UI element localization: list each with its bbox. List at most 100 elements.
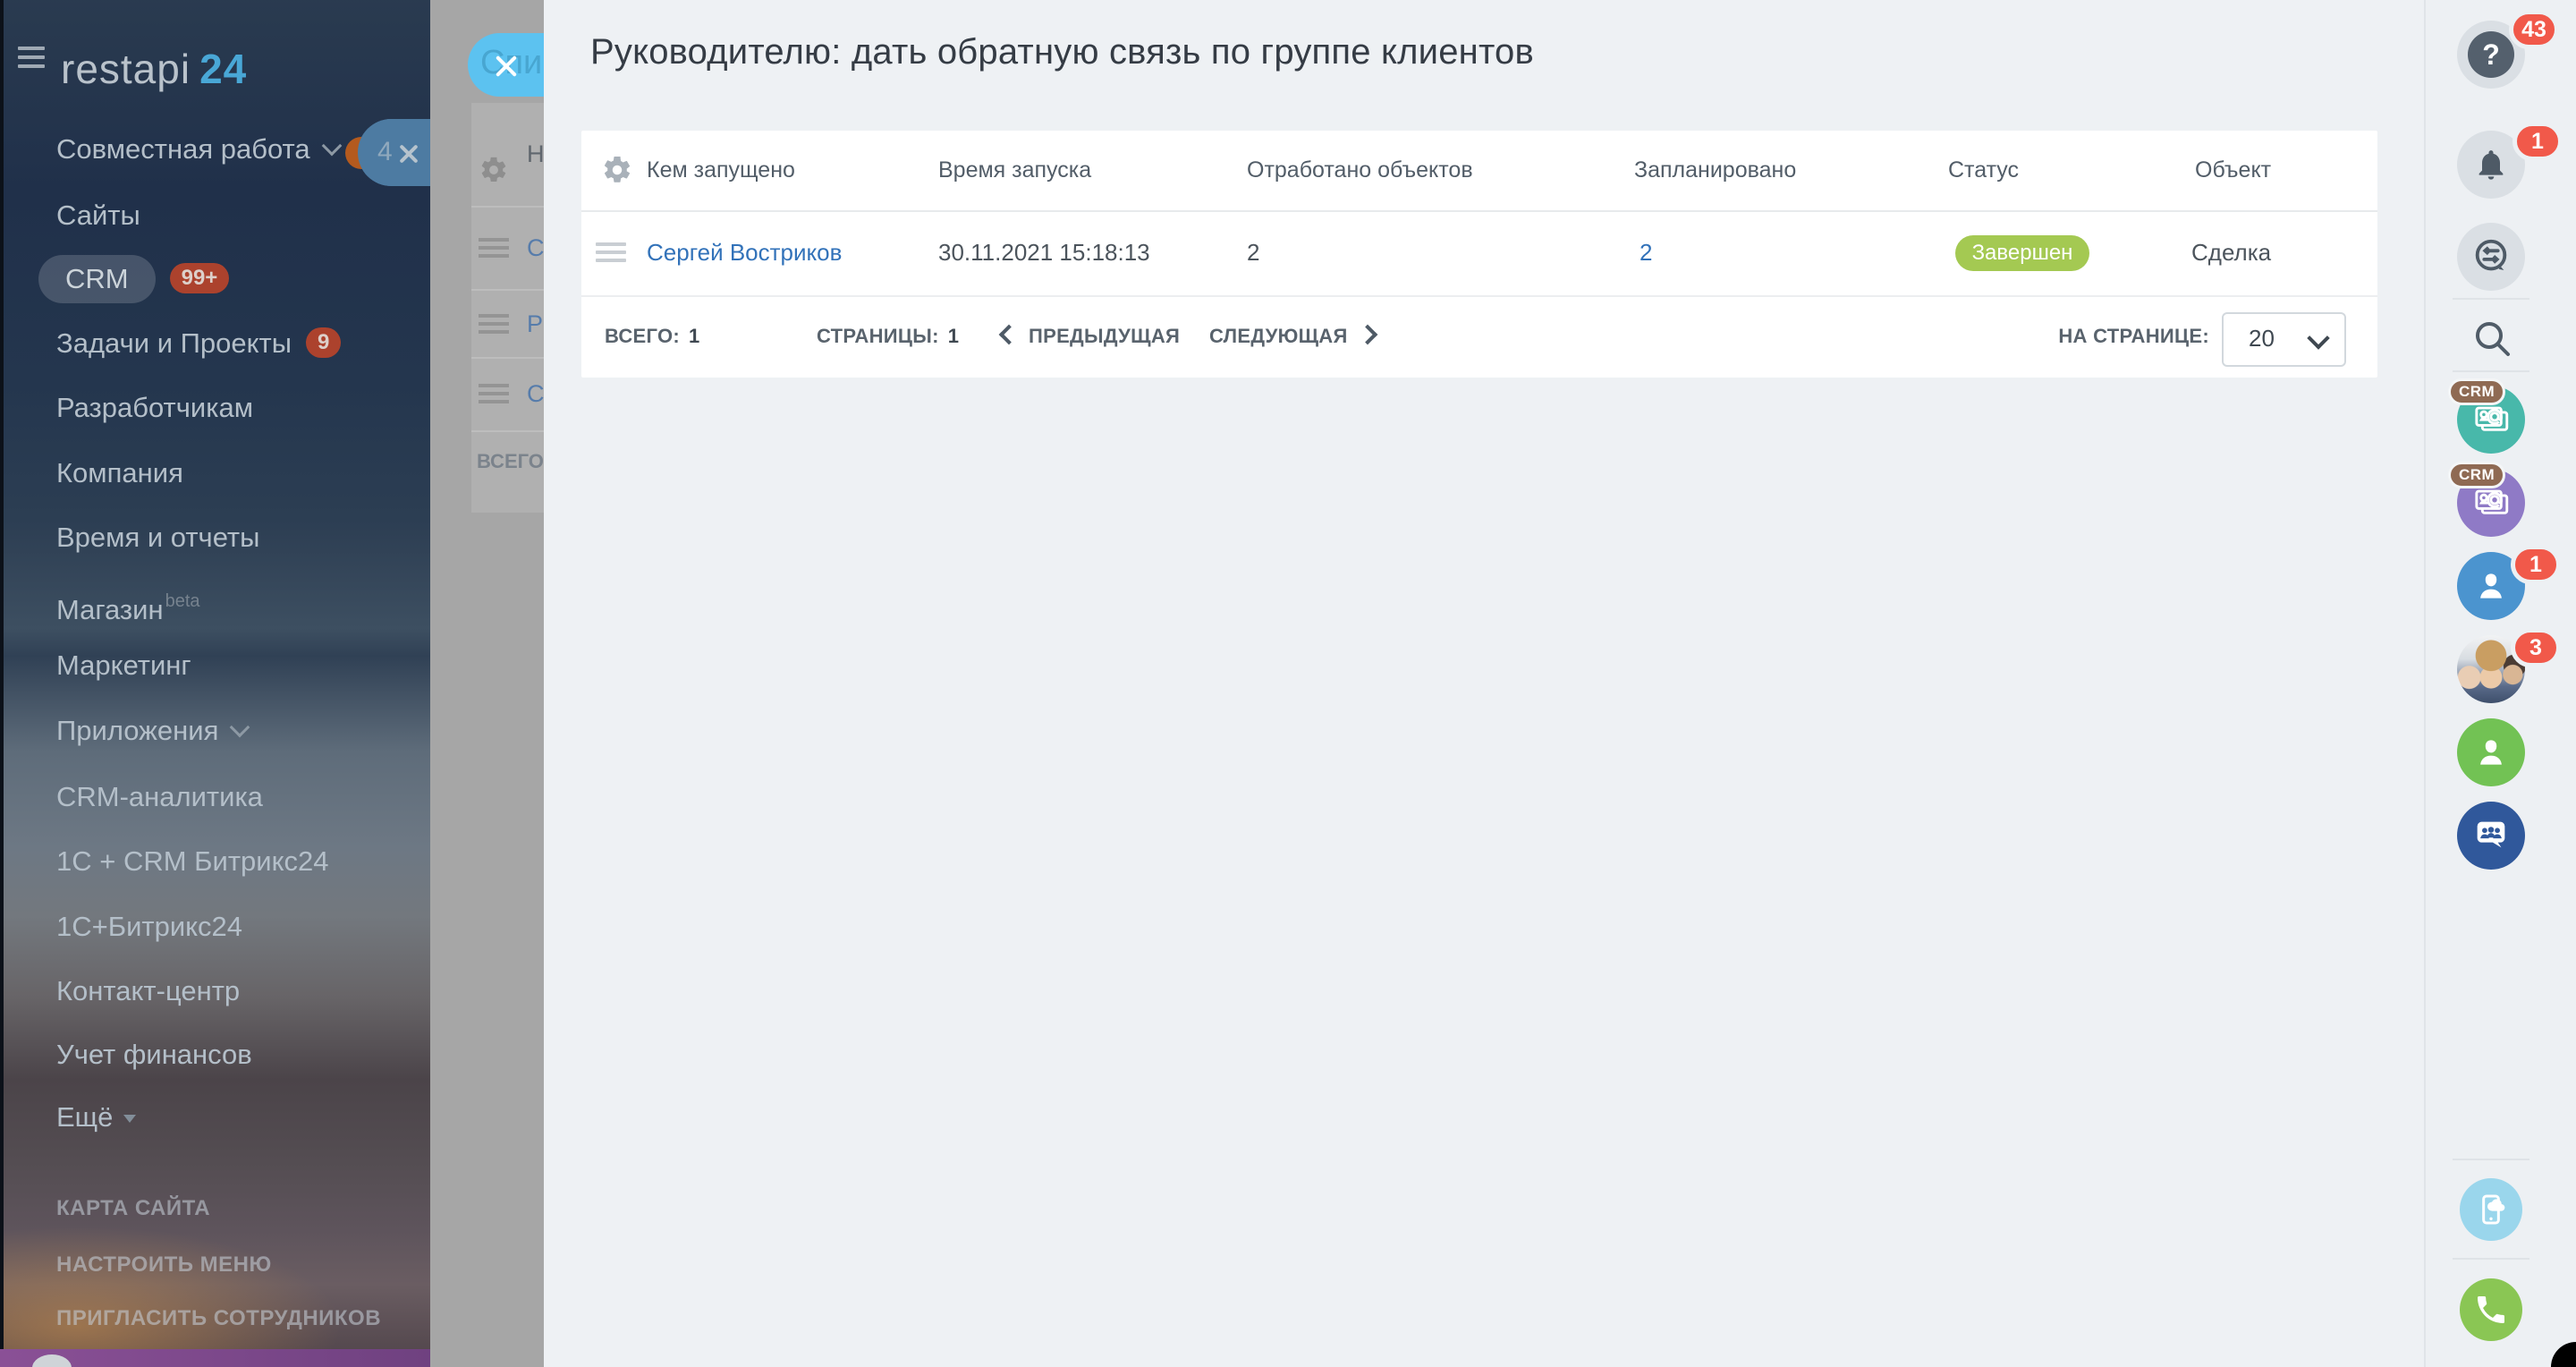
bell-icon: [2473, 147, 2509, 183]
crm-tag: CRM: [2448, 462, 2505, 488]
divider: [2453, 298, 2529, 300]
dimmed-table-fragment: Н С Р С ВСЕГО: [471, 103, 544, 513]
chat-user-blue[interactable]: 1: [2457, 552, 2525, 620]
hamburger-icon: [479, 238, 509, 258]
sidebar-bottom-bar: [0, 1349, 430, 1367]
chevron-right-icon: [1357, 325, 1377, 345]
slider-close-button[interactable]: Спи: [468, 33, 544, 97]
active-item-pill: CRM: [38, 255, 156, 303]
table-footer: ВСЕГО:1 СТРАНИЦЫ:1 ПРЕДЫДУЩАЯ СЛЕДУЮЩАЯ …: [581, 295, 2377, 378]
sidebar-item-developers[interactable]: Разработчикам: [56, 376, 253, 440]
telephony-button[interactable]: [2460, 1278, 2522, 1341]
help-counter-badge: 43: [2509, 10, 2559, 49]
contact-card-icon: [2472, 402, 2510, 437]
sitemap-link[interactable]: КАРТА САЙТА: [56, 1194, 210, 1223]
next-page-button[interactable]: СЛЕДУЮЩАЯ: [1209, 295, 1375, 378]
column-processed[interactable]: Отработано объектов: [1247, 131, 1473, 210]
chevron-left-icon: [999, 325, 1020, 345]
per-page-label: НА СТРАНИЦЕ:: [1950, 295, 2209, 378]
sidebar-item-tasks[interactable]: Задачи и Проекты9: [56, 311, 341, 376]
column-start-time[interactable]: Время запуска: [938, 131, 1091, 210]
divider: [2453, 1159, 2529, 1160]
table-settings-gear-icon[interactable]: [601, 154, 633, 186]
sidebar-item-contact-center[interactable]: Контакт-центр: [56, 959, 240, 1023]
column-started-by[interactable]: Кем запущено: [647, 131, 795, 210]
column-object[interactable]: Объект: [2195, 131, 2271, 210]
sidebar-item-finance[interactable]: Учет финансов: [56, 1023, 252, 1087]
column-planned[interactable]: Запланировано: [1634, 131, 1796, 210]
close-icon: [493, 51, 520, 78]
hamburger-icon: [479, 314, 509, 334]
slider-panel: Руководителю: дать обратную связь по гру…: [544, 0, 2426, 1367]
menu-burger-icon[interactable]: [18, 47, 45, 70]
notifications-counter-badge: 1: [2512, 122, 2563, 161]
chevron-down-icon: [230, 717, 250, 738]
sidebar-item-applications[interactable]: Приложения: [56, 699, 247, 763]
page-title: Руководителю: дать обратную связь по гру…: [590, 32, 1534, 72]
column-status[interactable]: Статус: [1948, 131, 2019, 210]
collapse-counter: 4: [377, 137, 393, 167]
chat-group-photo[interactable]: 3: [2457, 635, 2525, 703]
menu-collapse-button[interactable]: 4: [358, 119, 430, 186]
start-time-cell: 30.11.2021 15:18:13: [938, 210, 1150, 295]
object-cell: Сделка: [2191, 210, 2271, 295]
per-page-value: 20: [2249, 314, 2275, 363]
sidebar-item-1c-bitrix[interactable]: 1С+Битрикс24: [56, 895, 242, 959]
sidebar-item-collaboration[interactable]: Совместная работа: [56, 117, 339, 182]
status-badge: Завершен: [1955, 235, 2089, 271]
row-actions-hamburger-icon[interactable]: [596, 242, 626, 264]
right-toolbar: ? 43 1 CRM CRM 1 3: [2424, 0, 2576, 1367]
mobile-app-button[interactable]: [2460, 1178, 2522, 1241]
per-page-select[interactable]: 20: [2222, 312, 2346, 367]
table-row[interactable]: Сергей Востриков 30.11.2021 15:18:13 2 2…: [581, 210, 2377, 297]
sidebar-item-more[interactable]: Ещё: [56, 1085, 136, 1150]
close-icon: [397, 140, 420, 164]
processed-cell: 2: [1247, 210, 1259, 295]
chat-crm-purple[interactable]: CRM: [2457, 469, 2525, 537]
chat-transfer-icon: [2470, 236, 2512, 277]
prev-page-button[interactable]: ПРЕДЫДУЩАЯ: [1002, 295, 1180, 378]
phone-cloud-icon: [2473, 1192, 2509, 1227]
chevron-down-icon: [2307, 327, 2329, 349]
chat-counter-badge: 1: [2511, 545, 2561, 584]
logo[interactable]: restapi24: [61, 45, 247, 93]
crm-tag: CRM: [2448, 378, 2505, 405]
avatar-peek: [32, 1354, 72, 1367]
sidebar: restapi24 Совместная работа Сайты CRM99+…: [0, 0, 430, 1367]
chat-general-group[interactable]: [2457, 802, 2525, 870]
help-button[interactable]: ? 43: [2457, 21, 2525, 89]
sidebar-item-1c-crm[interactable]: 1С + CRM Битрикс24: [56, 829, 328, 894]
person-icon: [2471, 566, 2511, 606]
divider: [2453, 370, 2529, 372]
sidebar-item-sites[interactable]: Сайты: [56, 183, 140, 248]
table-header: Кем запущено Время запуска Отработано об…: [581, 131, 2377, 212]
sidebar-item-marketing[interactable]: Маркетинг: [56, 633, 191, 698]
beta-label: beta: [165, 591, 200, 611]
chat-crm-teal[interactable]: CRM: [2457, 386, 2525, 454]
invite-employees-link[interactable]: ПРИГЛАСИТЬ СОТРУДНИКОВ: [56, 1304, 381, 1333]
chat-counter-badge: 3: [2511, 628, 2561, 667]
started-by-link[interactable]: Сергей Востриков: [647, 210, 842, 295]
phone-handset-icon: [2473, 1292, 2509, 1328]
hamburger-icon: [479, 384, 509, 403]
sidebar-item-time-reports[interactable]: Время и отчеты: [56, 505, 259, 570]
search-icon[interactable]: [2470, 317, 2513, 360]
bitrix24-app: restapi24 Совместная работа Сайты CRM99+…: [0, 0, 2576, 1367]
chat-user-green[interactable]: [2457, 718, 2525, 786]
chevron-down-icon: [321, 136, 342, 157]
sidebar-item-shop[interactable]: Магазинbeta: [56, 569, 200, 633]
contact-card-icon: [2472, 485, 2510, 521]
sidebar-item-crm[interactable]: CRM99+: [56, 247, 229, 311]
triangle-down-icon: [123, 1115, 136, 1123]
pages-counter: СТРАНИЦЫ:1: [817, 295, 959, 378]
bp-log-button[interactable]: [2457, 223, 2525, 291]
sidebar-item-company[interactable]: Компания: [56, 441, 183, 505]
crm-counter-badge: 99+: [170, 263, 230, 293]
sidebar-item-crm-analytics[interactable]: CRM-аналитика: [56, 765, 263, 829]
group-chat-bubble-icon: [2470, 815, 2512, 856]
planned-link[interactable]: 2: [1640, 210, 1652, 295]
notifications-button[interactable]: 1: [2457, 131, 2525, 199]
dimmed-background-page: Н С Р С ВСЕГО Спи: [430, 0, 544, 1367]
question-icon: ?: [2468, 31, 2514, 78]
configure-menu-link[interactable]: НАСТРОИТЬ МЕНЮ: [56, 1251, 272, 1279]
